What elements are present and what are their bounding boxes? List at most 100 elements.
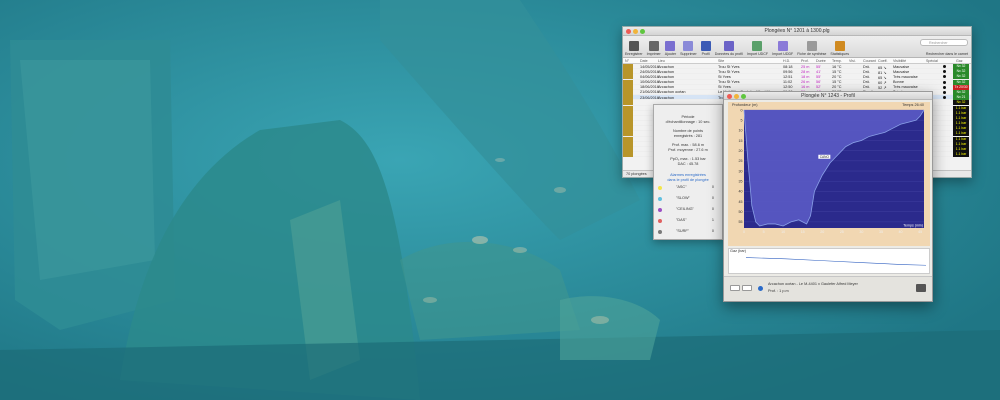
alarm-row: "DAS" 1 [654, 217, 722, 227]
toolbar-button-5[interactable]: Données du profil [715, 41, 743, 56]
special-dot-icon [943, 85, 946, 89]
x-tick-label: 10 [781, 230, 785, 234]
column-header[interactable]: N° [625, 59, 629, 63]
column-header[interactable]: Lieu [658, 59, 665, 63]
toolbar-label: Import UDCF [746, 52, 769, 56]
cell-prof: 16 m [801, 85, 810, 90]
cell-site: Trou St Yves [718, 69, 740, 74]
toolbar-label: Données du profil [714, 52, 743, 56]
x-tick-label: 15 [801, 230, 805, 234]
profile-icon [700, 41, 711, 51]
cell-date: 14/05/2016 [640, 64, 660, 69]
toolbar-button-1[interactable]: Imprimer [647, 41, 661, 56]
close-window-button[interactable] [626, 29, 631, 34]
minimize-window-button[interactable] [633, 29, 638, 34]
add-icon [665, 41, 676, 51]
y-tick-label: 45 [739, 200, 743, 204]
dive-number-cell [623, 152, 633, 158]
x-tick-label: 20 [820, 230, 824, 234]
column-header[interactable]: Visibilité [893, 59, 906, 63]
profile-zoom-button[interactable] [741, 94, 746, 99]
logbook-titlebar: Plongées N° 1201 à 1300.plg [623, 27, 971, 36]
toolbar: Enregistrer Imprimer Ajouter Supprimer Profi… [623, 36, 971, 58]
toolbar-label: Statistiques [830, 52, 849, 56]
toolbar-button-9[interactable]: Statistiques [830, 41, 849, 56]
dive-location: Arcachon océan - Le M-4401 x Gaulefer Al… [768, 282, 858, 286]
cell-lieu: Arcachon [658, 95, 675, 100]
y-tick-label: 0 [741, 108, 743, 112]
cell-site: Trou St Yves [718, 64, 740, 69]
alarm-label: "SLOW" [676, 196, 690, 200]
toolbar-label: Import UDDF [772, 52, 794, 56]
column-header[interactable]: Coeff. [878, 59, 888, 63]
alarm-icon [658, 219, 662, 223]
ppo2-stats: PpO₂ max. : 1.53 bar DAC : 45.78 [670, 157, 706, 166]
column-header[interactable]: Durée [816, 59, 826, 63]
cell-hd: 12:50 [783, 85, 793, 90]
cell-hd: 09:56 [783, 69, 793, 74]
special-dot-icon [943, 75, 946, 79]
profile-close-button[interactable] [727, 94, 732, 99]
alarm-row: "ASC" 0 [654, 184, 722, 194]
y-tick-label: 20 [739, 149, 743, 153]
cell-duree: 41' [816, 69, 821, 74]
import-icon [752, 41, 763, 51]
column-header[interactable]: Prof. [801, 59, 809, 63]
profile-titlebar: Plongée N° 1243 - Profil [724, 92, 932, 100]
profile-window: Plongée N° 1243 - Profil Profondeur (m) … [723, 91, 933, 302]
cell-duree: 52' [816, 85, 821, 90]
profile-title: Plongée N° 1243 - Profil [801, 93, 855, 99]
cell-date: 04/06/2016 [640, 74, 660, 79]
cell-hd: 08:18 [783, 64, 793, 69]
profile-data-icon [723, 41, 734, 51]
toolbar-button-3[interactable]: Supprimer [680, 41, 697, 56]
toolbar-button-7[interactable]: Import UDDF [772, 41, 793, 56]
x-tick-label: 35 [879, 230, 883, 234]
toolbar-label: Imprimer [646, 52, 661, 56]
import-uddf-icon [777, 41, 788, 51]
alarm-icon [658, 230, 662, 234]
cell-temp: 20 °C [832, 85, 842, 90]
points-count: Nombre de points enregistrés : 281 [673, 129, 703, 138]
column-header[interactable]: Temp. [832, 59, 842, 63]
window-title: Plongées N° 1201 à 1300.plg [764, 28, 830, 34]
special-dot-icon [943, 90, 946, 94]
gas-line [745, 257, 927, 266]
gas-badge: 1.1 bar [953, 152, 969, 158]
printer-icon [648, 41, 659, 51]
zoom-window-button[interactable] [640, 29, 645, 34]
stats-icon [834, 41, 845, 51]
alarm-label: "DAS" [676, 218, 687, 222]
prev-dive-button[interactable] [730, 285, 740, 291]
toolbar-button-2[interactable]: Ajouter [665, 41, 676, 56]
toolbar-button-4[interactable]: Profil [700, 41, 711, 56]
cell-date: 23/06/2016 [640, 95, 660, 100]
column-header[interactable]: Visi. [849, 59, 856, 63]
cell-lieu: Arcachon océan [658, 90, 686, 95]
print-icon[interactable] [916, 284, 926, 292]
alarm-icon [658, 197, 662, 201]
profile-minimize-button[interactable] [734, 94, 739, 99]
column-header[interactable]: Date [640, 59, 648, 63]
alarm-count: 0 [711, 229, 714, 233]
depth-profile-chart[interactable]: 0 5 10 15 20 25 30 35 40 45 50 55 0 5 10 15 20 25 30 35 40 45… [732, 108, 928, 238]
marker-label: CANO [820, 155, 830, 159]
column-header[interactable]: Site [718, 59, 724, 63]
column-header[interactable]: Courant [863, 59, 876, 63]
cell-lieu: Arcachon [658, 85, 675, 90]
info-icon[interactable] [758, 286, 763, 291]
alarm-row: "CEILING" 0 [654, 206, 722, 216]
toolbar-button-0[interactable]: Enregistrer [625, 41, 643, 56]
alarm-count: 1 [711, 218, 714, 222]
toolbar-button-6[interactable]: Import UDCF [747, 41, 768, 56]
next-dive-button[interactable] [742, 285, 752, 291]
column-header[interactable]: H.D. [783, 59, 790, 63]
column-header[interactable]: Gaz [956, 59, 963, 63]
column-header[interactable]: Spécial [926, 59, 938, 63]
depth-stats: Prof. max. : 58.6 m Prof. moyenne : 27.6… [668, 143, 708, 152]
toolbar-button-8[interactable]: Fiche de synthèse [797, 41, 826, 56]
alarm-count: 0 [711, 207, 714, 211]
cell-prof: 18 m [801, 74, 810, 79]
x-tick-label: 5 [763, 230, 765, 234]
search-input[interactable]: Rechercher [920, 39, 968, 46]
